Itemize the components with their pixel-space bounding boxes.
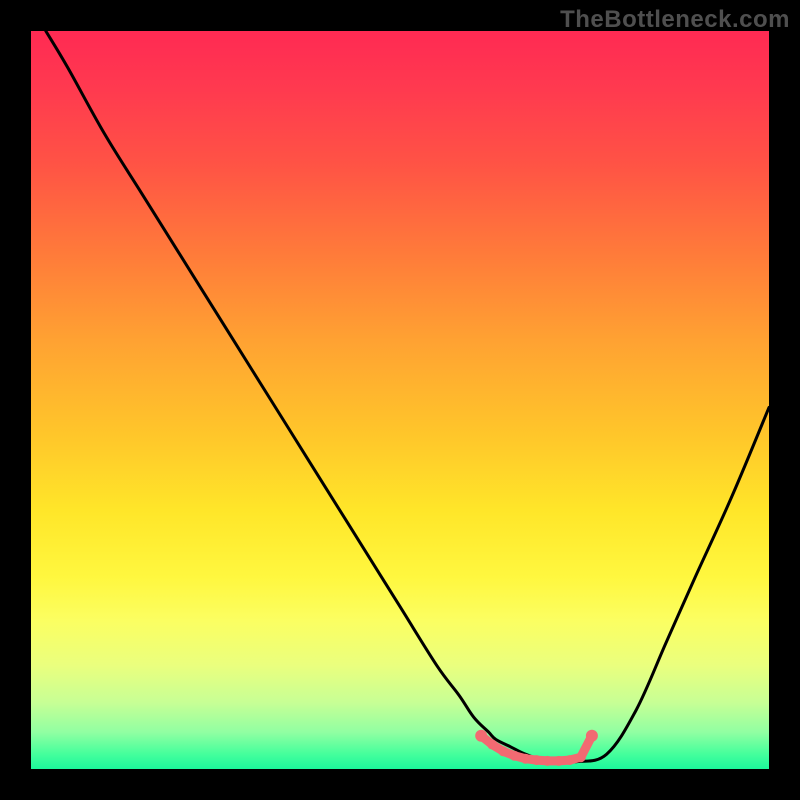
chart-container: TheBottleneck.com (0, 0, 800, 800)
optimal-marker-dot (521, 754, 531, 764)
optimal-marker-dot (586, 730, 598, 742)
optimal-marker-dot (509, 751, 519, 761)
optimal-marker-dot (532, 755, 542, 765)
bottleneck-curve (46, 31, 769, 762)
optimal-marker-dot (565, 755, 575, 765)
optimal-marker-dot (576, 752, 586, 762)
plot-area (31, 31, 769, 769)
optimal-marker-dot (543, 756, 553, 766)
optimal-marker-dot (487, 740, 497, 750)
bottleneck-curve-svg (31, 31, 769, 769)
optimal-marker-dot (475, 730, 487, 742)
optimal-marker-dot (554, 756, 564, 766)
watermark-text: TheBottleneck.com (560, 6, 790, 34)
optimal-marker-dot (498, 746, 508, 756)
optimal-zone-markers (475, 730, 598, 766)
